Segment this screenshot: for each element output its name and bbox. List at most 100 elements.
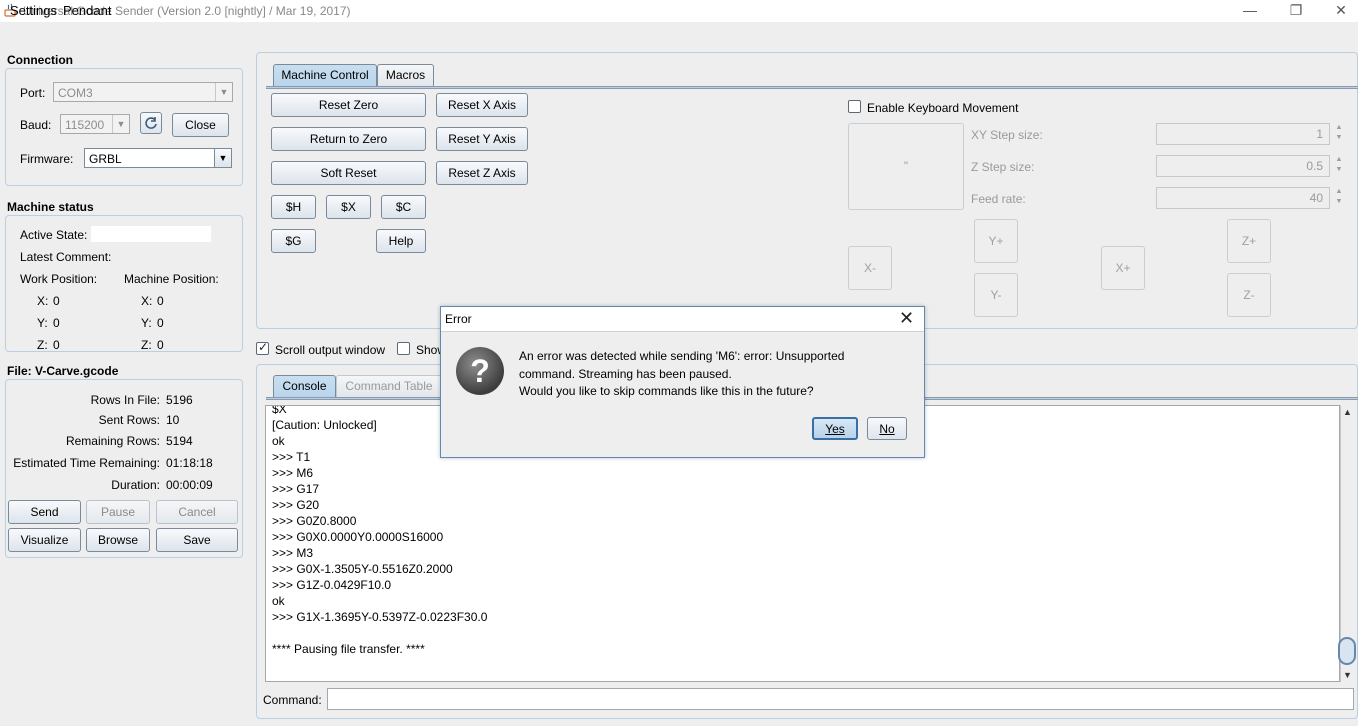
- close-connection-button[interactable]: Close: [172, 113, 229, 137]
- question-icon: ?: [456, 347, 504, 395]
- est-time-value: 01:18:18: [166, 456, 213, 470]
- reset-z-axis-button[interactable]: Reset Z Axis: [436, 161, 528, 185]
- command-input[interactable]: [327, 688, 1354, 710]
- jog-z-minus-button[interactable]: Z-: [1227, 273, 1271, 317]
- duration-value: 00:00:09: [166, 478, 213, 492]
- refresh-button[interactable]: [140, 112, 162, 134]
- jog-center-pad[interactable]: ": [848, 123, 964, 210]
- xy-step-spinner[interactable]: ▲ ▼: [1334, 123, 1344, 145]
- feed-rate-input[interactable]: 40: [1156, 187, 1330, 209]
- machine-y-value: 0: [157, 316, 164, 330]
- tab-divider: [266, 86, 1358, 89]
- scroll-output-checkbox[interactable]: [256, 340, 269, 355]
- dialog-titlebar: [441, 307, 924, 332]
- show-verbose-checkbox[interactable]: [397, 342, 410, 355]
- window-close-button[interactable]: ✕: [1318, 0, 1358, 22]
- browse-button[interactable]: Browse: [86, 528, 150, 552]
- menu-settings[interactable]: Settings: [10, 3, 57, 18]
- tab-console[interactable]: Console: [273, 375, 336, 398]
- z-step-input[interactable]: 0.5: [1156, 155, 1330, 177]
- send-button[interactable]: Send: [8, 500, 81, 524]
- dialog-message-line: command. Streaming has been paused.: [519, 366, 732, 381]
- duration-label: Duration:: [111, 478, 160, 492]
- dialog-message-line: Would you like to skip commands like thi…: [519, 384, 814, 398]
- reset-x-axis-button[interactable]: Reset X Axis: [436, 93, 528, 117]
- baud-select[interactable]: 115200 ▼: [60, 114, 130, 134]
- connection-title: Connection: [7, 53, 73, 67]
- help-button[interactable]: Help: [376, 229, 426, 253]
- menu-bar: [0, 23, 1358, 44]
- firmware-value: GRBL: [89, 152, 122, 166]
- save-file-button[interactable]: Save: [156, 528, 238, 552]
- console-line: >>> G0Z0.8000: [272, 514, 357, 528]
- work-y-value: 0: [53, 316, 60, 330]
- z-step-spinner[interactable]: ▲ ▼: [1334, 155, 1344, 177]
- chevron-down-icon: ▼: [215, 83, 232, 101]
- no-label: No: [879, 421, 895, 436]
- console-line: >>> G0X0.0000Y0.0000S16000: [272, 530, 444, 544]
- reset-y-axis-button[interactable]: Reset Y Axis: [436, 127, 528, 151]
- console-line: >>> G17: [272, 482, 320, 496]
- jog-y-plus-button[interactable]: Y+: [974, 219, 1018, 263]
- console-scrollbar[interactable]: ▲ ▼: [1338, 405, 1356, 682]
- port-select[interactable]: COM3 ▼: [53, 82, 233, 102]
- scroll-up-icon[interactable]: ▲: [1343, 407, 1352, 417]
- maximize-button[interactable]: ❐: [1273, 0, 1319, 22]
- reset-zero-button[interactable]: Reset Zero: [271, 93, 426, 117]
- tab-macros[interactable]: Macros: [377, 64, 434, 87]
- console-line: **** Pausing file transfer. ****: [272, 642, 425, 656]
- soft-reset-button[interactable]: Soft Reset: [271, 161, 426, 185]
- work-y-label: Y:: [37, 316, 48, 330]
- tab-command-table[interactable]: Command Table: [336, 375, 442, 398]
- yes-button[interactable]: Yes: [812, 417, 858, 440]
- active-state-label: Active State:: [20, 228, 88, 242]
- console-line: >>> M3: [272, 546, 314, 560]
- console-line: >>> M6: [272, 466, 314, 480]
- jog-y-minus-button[interactable]: Y-: [974, 273, 1018, 317]
- scroll-thumb[interactable]: [1338, 637, 1356, 665]
- scroll-down-icon[interactable]: ▼: [1343, 670, 1352, 680]
- menu-pendant[interactable]: Pendant: [63, 3, 111, 18]
- unlock-cmd-button[interactable]: $X: [326, 195, 371, 219]
- remaining-rows-value: 5194: [166, 434, 193, 448]
- machine-status-title: Machine status: [7, 200, 94, 214]
- jog-x-minus-button[interactable]: X-: [848, 246, 892, 290]
- console-line: ok: [272, 594, 285, 608]
- pause-button[interactable]: Pause: [86, 500, 150, 524]
- dialog-close-icon[interactable]: ✕: [899, 308, 914, 329]
- enable-keyboard-checkbox[interactable]: [848, 100, 861, 113]
- file-title: File: V-Carve.gcode: [7, 364, 119, 378]
- minimize-button[interactable]: —: [1227, 0, 1273, 22]
- cancel-button[interactable]: Cancel: [156, 500, 238, 524]
- console-line: >>> G0X-1.3505Y-0.5516Z0.2000: [272, 562, 453, 576]
- visualize-button[interactable]: Visualize: [8, 528, 81, 552]
- active-state-value: [91, 226, 211, 242]
- feed-rate-spinner[interactable]: ▲ ▼: [1334, 187, 1344, 209]
- tab-machine-control[interactable]: Machine Control: [273, 64, 377, 87]
- chevron-down-icon: ▼: [214, 149, 231, 167]
- est-time-label: Estimated Time Remaining:: [13, 456, 160, 470]
- work-x-value: 0: [53, 294, 60, 308]
- home-cmd-button[interactable]: $H: [271, 195, 316, 219]
- firmware-select[interactable]: GRBL ▼: [84, 148, 232, 168]
- command-label: Command:: [263, 693, 322, 707]
- jog-z-plus-button[interactable]: Z+: [1227, 219, 1271, 263]
- xy-step-input[interactable]: 1: [1156, 123, 1330, 145]
- feed-rate-label: Feed rate:: [971, 192, 1026, 206]
- no-button[interactable]: No: [867, 417, 907, 440]
- error-dialog: Error ✕ ? An error was detected while se…: [440, 306, 925, 458]
- gcode-state-button[interactable]: $G: [271, 229, 316, 253]
- dialog-message: An error was detected while sending 'M6'…: [519, 348, 899, 401]
- port-value: COM3: [58, 86, 93, 100]
- work-z-label: Z:: [37, 338, 48, 352]
- jog-x-plus-button[interactable]: X+: [1101, 246, 1145, 290]
- return-to-zero-button[interactable]: Return to Zero: [271, 127, 426, 151]
- baud-label: Baud:: [20, 118, 52, 132]
- sent-rows-value: 10: [166, 413, 180, 427]
- enable-keyboard-label: Enable Keyboard Movement: [867, 101, 1019, 115]
- machine-y-label: Y:: [141, 316, 152, 330]
- baud-value: 115200: [65, 118, 105, 132]
- check-cmd-button[interactable]: $C: [381, 195, 426, 219]
- remaining-rows-label: Remaining Rows:: [65, 434, 160, 448]
